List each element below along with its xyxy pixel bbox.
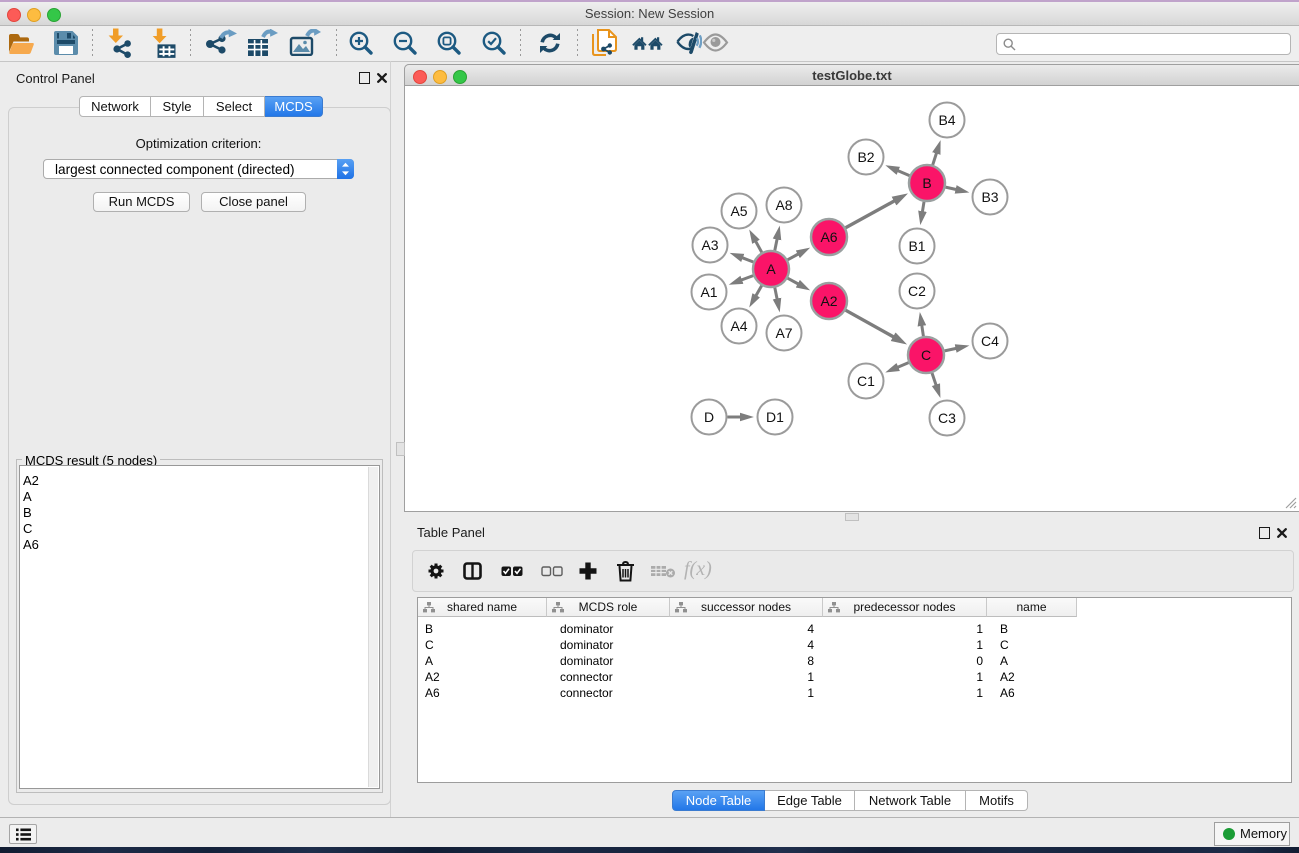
svg-text:B3: B3 — [981, 189, 998, 205]
svg-text:C1: C1 — [857, 373, 875, 389]
svg-text:B2: B2 — [857, 149, 874, 165]
svg-text:A6: A6 — [820, 229, 837, 245]
svg-text:D1: D1 — [766, 409, 784, 425]
svg-text:C3: C3 — [938, 410, 956, 426]
svg-text:C2: C2 — [908, 283, 926, 299]
svg-text:A3: A3 — [701, 237, 718, 253]
svg-text:B4: B4 — [938, 112, 955, 128]
svg-text:A: A — [766, 261, 776, 277]
svg-text:B1: B1 — [908, 238, 925, 254]
svg-text:C: C — [921, 347, 931, 363]
svg-text:A8: A8 — [775, 197, 792, 213]
svg-text:A7: A7 — [775, 325, 792, 341]
svg-text:A1: A1 — [700, 284, 717, 300]
svg-text:A2: A2 — [820, 293, 837, 309]
svg-text:A5: A5 — [730, 203, 747, 219]
svg-text:D: D — [704, 409, 714, 425]
svg-text:C4: C4 — [981, 333, 999, 349]
svg-text:A4: A4 — [730, 318, 747, 334]
svg-text:B: B — [922, 175, 931, 191]
